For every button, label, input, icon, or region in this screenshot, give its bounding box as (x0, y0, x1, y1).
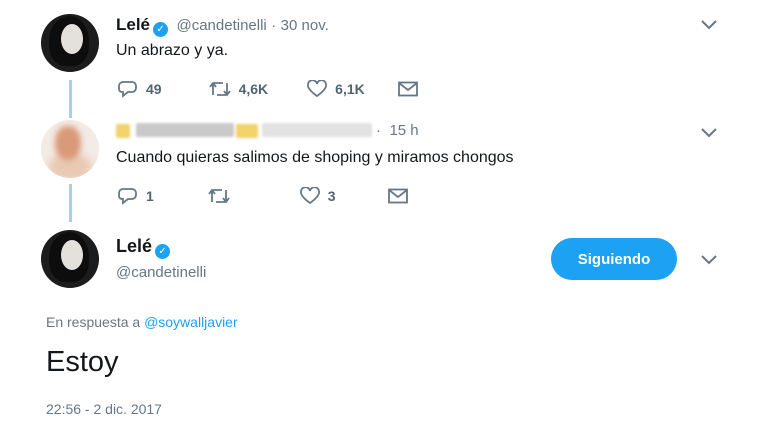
message-button[interactable] (387, 188, 408, 204)
message-button[interactable] (397, 81, 418, 97)
tweet-text: Cuando quieras salimos de shoping y mira… (116, 149, 514, 166)
avatar[interactable] (41, 120, 99, 178)
avatar[interactable] (41, 230, 99, 288)
verified-icon: ✓ (153, 22, 169, 37)
like-count: 3 (327, 188, 336, 204)
tweet-date[interactable]: 30 nov. (281, 17, 329, 34)
reply-count: 1 (146, 188, 154, 204)
verified-icon: ✓ (155, 244, 171, 259)
reply-to-link[interactable]: @soywalljavier (144, 314, 238, 330)
like-button[interactable]: 6,1K (307, 80, 365, 98)
retweet-button[interactable] (208, 188, 230, 204)
reply-prefix: En respuesta a (46, 314, 141, 330)
tweet-actions: 49 4,6K 6,1K (118, 79, 418, 99)
separator: · (376, 122, 381, 139)
chevron-down-icon[interactable] (701, 255, 717, 265)
reply-icon (118, 81, 137, 98)
like-count: 6,1K (335, 81, 365, 97)
author-name-row: Lelé ✓ (116, 236, 171, 259)
thread-line (69, 184, 72, 222)
retweet-icon (208, 188, 230, 204)
chevron-down-icon[interactable] (701, 128, 717, 138)
reply-button[interactable]: 49 (118, 80, 162, 98)
author-handle[interactable]: @candetinelli (116, 264, 206, 281)
main-tweet-text: Estoy (46, 346, 119, 378)
following-button[interactable]: Siguiendo (551, 238, 677, 280)
envelope-icon (387, 188, 408, 204)
tweet-time[interactable]: 15 h (389, 122, 418, 139)
retweet-icon (208, 81, 231, 97)
separator: · (271, 17, 277, 34)
chevron-down-icon[interactable] (701, 20, 717, 30)
tweet-text: Un abrazo y ya. (116, 42, 229, 59)
tweet-header: · 15 h (376, 122, 419, 140)
author-handle[interactable]: @candetinelli (176, 17, 266, 34)
tweet-header: Lelé ✓ @candetinelli · 30 nov. (116, 15, 329, 37)
heart-icon (307, 80, 328, 98)
like-button[interactable]: 3 (299, 187, 336, 205)
tweet-actions: 1 3 (118, 186, 408, 206)
retweet-count: 4,6K (238, 81, 269, 97)
retweet-button[interactable]: 4,6K (208, 81, 269, 97)
reply-context: En respuesta a @soywalljavier (46, 314, 238, 330)
reply-count: 49 (146, 81, 162, 97)
envelope-icon (397, 81, 418, 97)
thread-line (69, 80, 72, 118)
heart-icon (299, 187, 320, 205)
tweet-timestamp[interactable]: 22:56 - 2 dic. 2017 (46, 401, 162, 417)
reply-icon (118, 188, 137, 205)
author-name[interactable]: Lelé (116, 15, 150, 34)
author-name[interactable]: Lelé (116, 236, 152, 256)
reply-button[interactable]: 1 (118, 187, 154, 205)
avatar[interactable] (41, 14, 99, 72)
